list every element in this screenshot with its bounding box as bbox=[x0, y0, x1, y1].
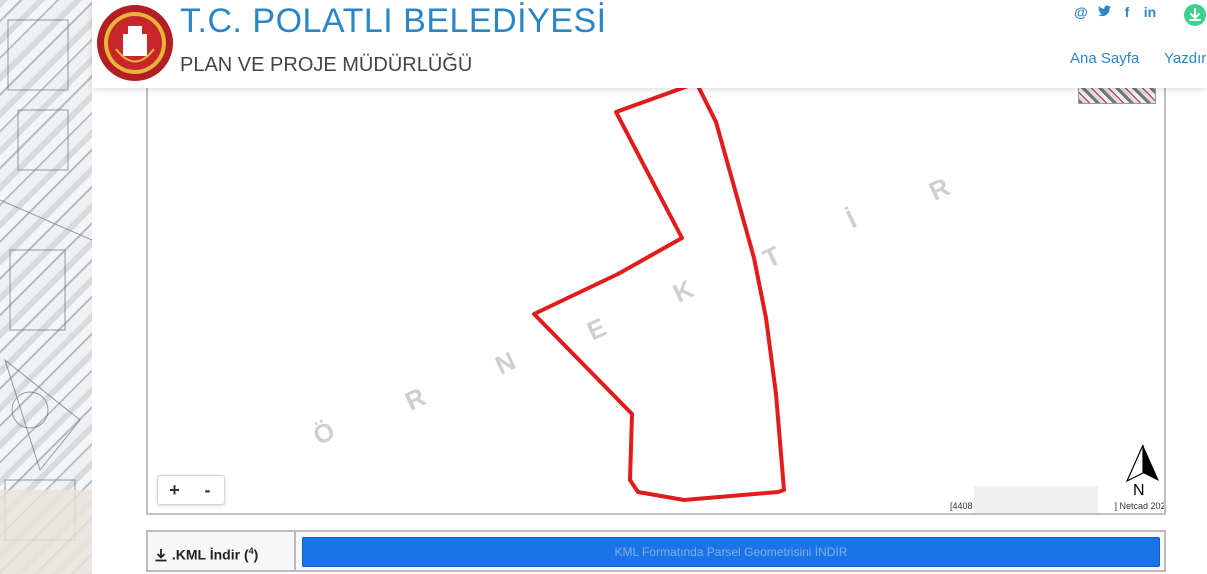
parcel-map[interactable]: Ö R N E K T İ R + - N [4408] Netcad 2026 bbox=[146, 60, 1166, 515]
linkedin-icon[interactable]: in bbox=[1143, 4, 1157, 20]
kml-label: .KML İndir (4) bbox=[148, 532, 296, 570]
north-label: N bbox=[1133, 482, 1145, 499]
background-sketch bbox=[0, 0, 92, 574]
municipality-logo[interactable] bbox=[96, 4, 174, 82]
facebook-icon[interactable]: f bbox=[1120, 4, 1134, 20]
zoom-control: + - bbox=[157, 475, 225, 505]
twitter-icon[interactable] bbox=[1097, 4, 1111, 20]
page-subtitle: PLAN VE PROJE MÜDÜRLÜĞÜ bbox=[180, 54, 473, 76]
page: T.C. POLATLI BELEDİYESİ PLAN VE PROJE MÜ… bbox=[0, 0, 1207, 574]
site-header: T.C. POLATLI BELEDİYESİ PLAN VE PROJE MÜ… bbox=[92, 0, 1207, 88]
page-title: T.C. POLATLI BELEDİYESİ bbox=[180, 2, 607, 40]
zoom-in-button[interactable]: + bbox=[158, 476, 191, 504]
kml-download-button[interactable]: KML Formatında Parsel Geometrisini İNDİR bbox=[302, 537, 1160, 567]
nav-print-link[interactable]: Yazdır bbox=[1164, 50, 1206, 67]
download-icon[interactable] bbox=[1184, 4, 1206, 26]
nav-home-link[interactable]: Ana Sayfa bbox=[1070, 50, 1139, 67]
redacted-coordinates bbox=[974, 486, 1098, 513]
kml-download-row: .KML İndir (4) KML Formatında Parsel Geo… bbox=[146, 530, 1166, 572]
email-icon[interactable]: @ bbox=[1074, 4, 1088, 20]
parcel-boundary bbox=[532, 84, 786, 502]
social-links: @ f in bbox=[1074, 4, 1157, 20]
zoom-out-button[interactable]: - bbox=[191, 476, 224, 504]
download-icon bbox=[155, 548, 167, 562]
